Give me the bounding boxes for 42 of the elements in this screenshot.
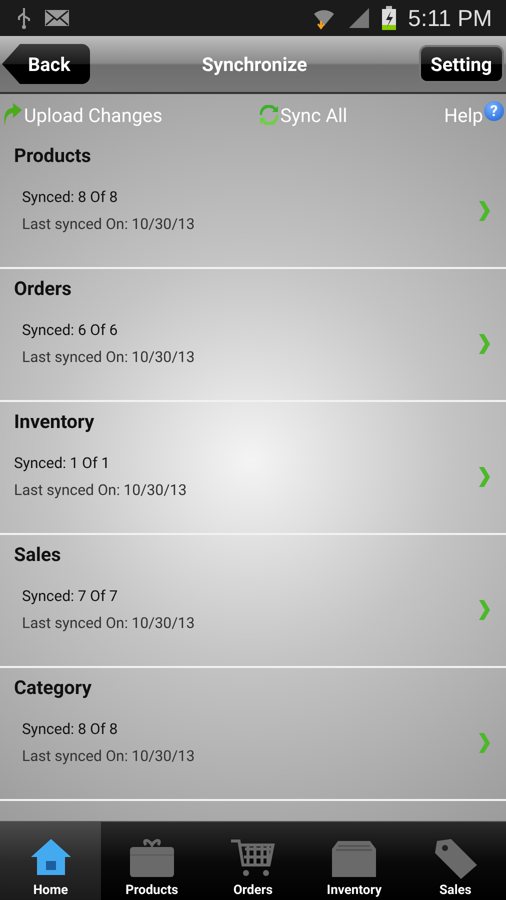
- chevron-icon: [478, 332, 490, 354]
- section-title: Sales: [14, 543, 62, 568]
- mail-icon: [44, 9, 70, 27]
- synced-count: Synced: 6 Of 6: [22, 321, 119, 339]
- sync-row[interactable]: Orders Synced: 6 Of 6 Last synced On: 10/30/13: [0, 269, 506, 402]
- chevron-icon: [478, 466, 490, 488]
- battery-icon: [382, 6, 396, 30]
- synced-count: Synced: 8 Of 8: [22, 188, 119, 206]
- help-icon: ?: [484, 101, 504, 121]
- last-synced-date: Last synced On: 10/30/13: [22, 215, 196, 233]
- clock-time: 5:11 PM: [408, 4, 492, 32]
- setting-button[interactable]: Setting: [418, 45, 504, 83]
- last-synced-date: Last synced On: 10/30/13: [22, 348, 196, 366]
- section-title: Category: [14, 676, 93, 701]
- synced-count: Synced: 8 Of 8: [22, 720, 119, 738]
- section-title: Inventory: [14, 410, 96, 435]
- tab-button[interactable]: Orders: [202, 822, 304, 900]
- sync-row[interactable]: Products Synced: 8 Of 8 Last synced On: 10/30/13: [0, 136, 506, 269]
- chevron-icon: [478, 200, 490, 222]
- usb-icon: [16, 7, 32, 29]
- section-title: Orders: [14, 277, 73, 302]
- sync-row[interactable]: Inventory Synced: 1 Of 1 Last synced On: 10/30/13: [0, 402, 506, 535]
- sync-row[interactable]: Sales Synced: 7 Of 7 Last synced On: 10/30/13: [0, 535, 506, 668]
- last-synced-date: Last synced On: 10/30/13: [14, 481, 188, 499]
- sync-icon: [259, 105, 280, 125]
- tab-button[interactable]: Products: [101, 822, 202, 900]
- section-title: Products: [14, 144, 92, 169]
- sync-row[interactable]: Category Synced: 8 Of 8 Last synced On: 10/30/13: [0, 668, 506, 801]
- tab-button[interactable]: Home: [0, 822, 102, 900]
- gift-box-icon: [128, 837, 176, 879]
- cart-icon: [229, 837, 277, 879]
- last-synced-date: Last synced On: 10/30/13: [22, 614, 196, 632]
- back-button[interactable]: Back: [2, 44, 90, 84]
- signal-icon: [348, 7, 370, 29]
- synced-count: Synced: 7 Of 7: [22, 587, 119, 605]
- synced-count: Synced: 1 Of 1: [14, 454, 111, 472]
- chevron-icon: [478, 732, 490, 754]
- chevron-icon: [478, 598, 490, 620]
- screen-title: Synchronize: [200, 52, 308, 76]
- tab-button[interactable]: Sales: [404, 822, 506, 900]
- last-synced-date: Last synced On: 10/30/13: [22, 747, 196, 765]
- tab-button[interactable]: Inventory: [304, 822, 405, 900]
